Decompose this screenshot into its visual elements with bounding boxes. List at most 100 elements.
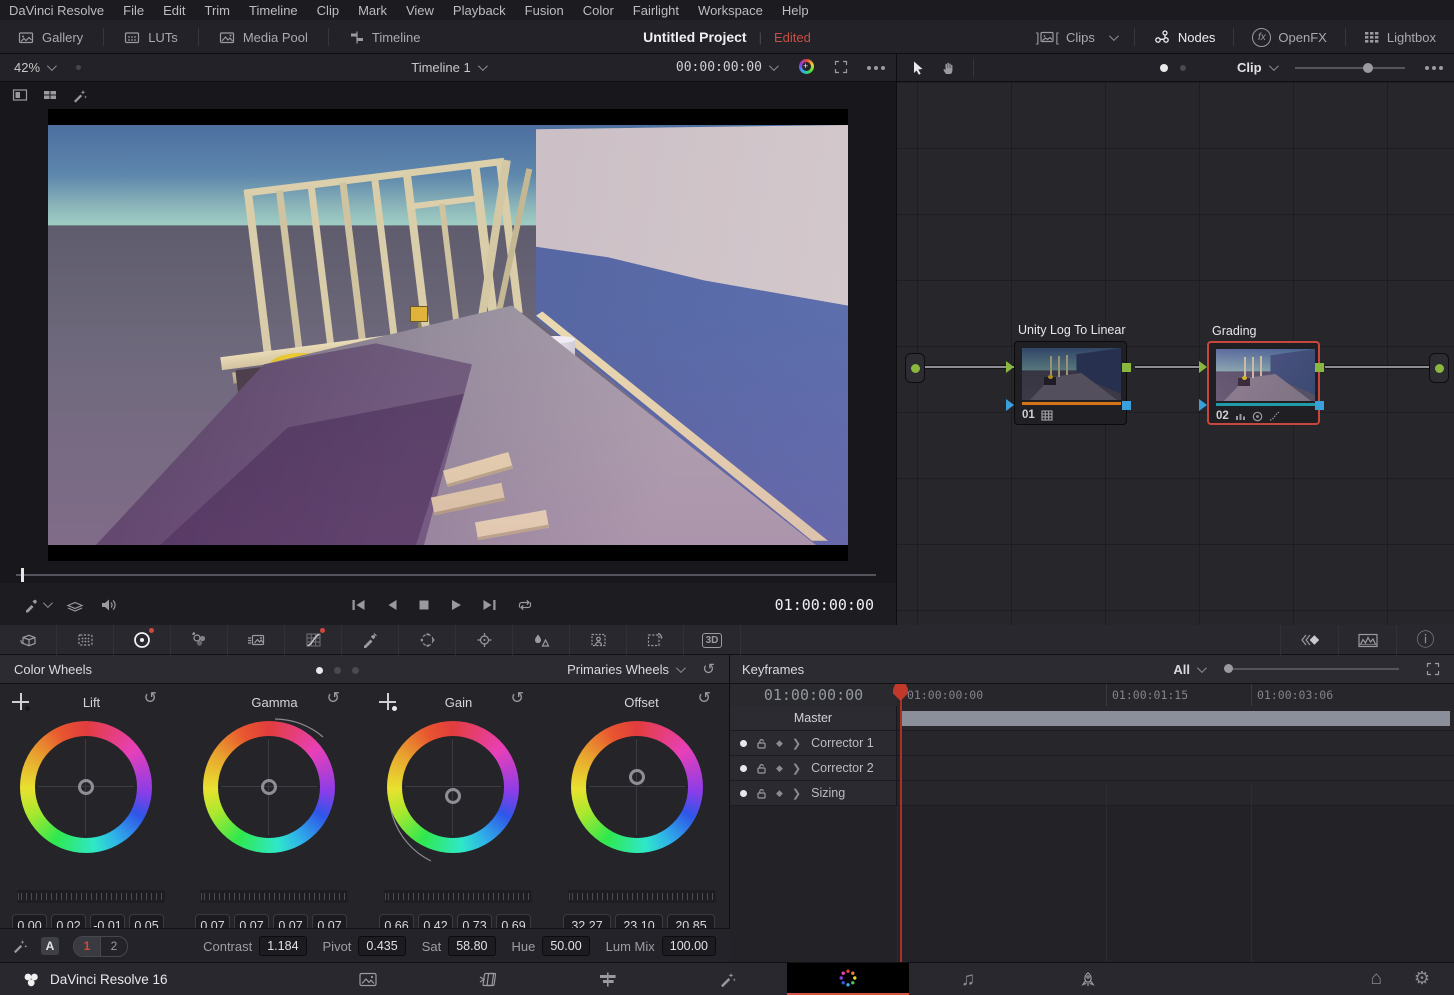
page-cut[interactable]	[427, 963, 549, 995]
stop-button[interactable]	[417, 598, 431, 612]
keyframes-ruler[interactable]: 01:00:00:00 01:00:00:00 01:00:01:15 01:0…	[730, 684, 1454, 707]
wheels-mode-select[interactable]: Primaries Wheels	[567, 662, 683, 677]
gain-reset-icon[interactable]: ↺	[511, 691, 524, 707]
gallery-button[interactable]: Gallery	[6, 20, 95, 54]
keyframe-diamond-icon[interactable]: ◆	[776, 763, 783, 774]
key-tab[interactable]	[570, 625, 627, 655]
menu-clip[interactable]: Clip	[317, 3, 339, 18]
timeline-name[interactable]: Timeline 1	[411, 60, 470, 75]
color-wheels-tab[interactable]	[114, 625, 171, 655]
nodes-button[interactable]: Nodes	[1141, 20, 1228, 54]
source-socket[interactable]	[905, 353, 925, 383]
offset-reset-icon[interactable]: ↺	[698, 691, 711, 707]
gamma-puck[interactable]	[261, 779, 277, 795]
grab-still-icon[interactable]	[24, 597, 50, 613]
audio-mute-icon[interactable]	[100, 597, 119, 613]
node-page-dot-2[interactable]	[1180, 65, 1186, 71]
rgb-mixer-tab[interactable]	[171, 625, 228, 655]
node-02-rgb-input[interactable]	[1199, 361, 1207, 373]
lift-master-dial[interactable]	[17, 890, 165, 903]
node-02[interactable]: Grading 02	[1207, 341, 1320, 425]
gain-puck[interactable]	[445, 788, 461, 804]
node-02-key-output[interactable]	[1315, 401, 1324, 410]
menu-file[interactable]: File	[123, 3, 144, 18]
gain-wheel[interactable]	[387, 721, 519, 853]
page-edit[interactable]	[547, 963, 669, 995]
blur-tab[interactable]	[513, 625, 570, 655]
node-01-key-input[interactable]	[1006, 399, 1014, 411]
track-enable-dot[interactable]	[740, 740, 747, 747]
page-deliver[interactable]	[1027, 963, 1149, 995]
select-tool-icon[interactable]	[911, 60, 925, 76]
lock-icon[interactable]	[756, 788, 767, 799]
reset-all-icon[interactable]: ↺	[702, 660, 715, 678]
menu-view[interactable]: View	[406, 3, 434, 18]
clips-button[interactable]: ][ Clips	[1024, 20, 1128, 54]
keyframes-zoom-slider[interactable]	[1224, 668, 1399, 670]
expand-keyframes-icon[interactable]	[1426, 662, 1440, 676]
menu-edit[interactable]: Edit	[163, 3, 185, 18]
node-mode-select[interactable]: Clip	[1237, 60, 1276, 75]
media-pool-button[interactable]: Media Pool	[207, 20, 320, 54]
window-tab[interactable]	[399, 625, 456, 655]
lift-wheel[interactable]	[20, 721, 152, 853]
page-color[interactable]	[787, 963, 909, 995]
track-enable-dot[interactable]	[740, 765, 747, 772]
sat-value[interactable]: 58.80	[448, 936, 495, 956]
master-track-bar[interactable]	[901, 711, 1450, 726]
lightbox-button[interactable]: Lightbox	[1352, 20, 1448, 54]
gain-master-dial[interactable]	[384, 890, 532, 903]
motion-effects-tab[interactable]	[228, 625, 285, 655]
qualifier-tab[interactable]	[342, 625, 399, 655]
expand-chevron-icon[interactable]: ❯	[792, 762, 801, 775]
menu-playback[interactable]: Playback	[453, 3, 506, 18]
step-back-button[interactable]	[385, 598, 399, 612]
sizing-tab[interactable]	[627, 625, 684, 655]
scrubber-playhead[interactable]	[21, 568, 24, 582]
output-socket[interactable]	[1429, 353, 1449, 383]
node-01-key-output[interactable]	[1122, 401, 1131, 410]
node-options-icon[interactable]	[1432, 66, 1436, 70]
pan-tool-icon[interactable]	[941, 60, 957, 76]
page-media[interactable]	[307, 963, 429, 995]
camera-raw-tab[interactable]	[0, 625, 57, 655]
menu-help[interactable]: Help	[782, 3, 809, 18]
marker-a-badge[interactable]: A	[41, 937, 59, 955]
play-button[interactable]	[449, 598, 463, 612]
node-graph[interactable]: Unity Log To Linear 01	[897, 82, 1454, 626]
lum-mix-value[interactable]: 100.00	[662, 936, 716, 956]
menu-color[interactable]: Color	[583, 3, 614, 18]
viewer-zoom-select[interactable]: 42%	[14, 60, 54, 75]
page-fusion[interactable]	[667, 963, 789, 995]
palette-page-dots[interactable]	[316, 667, 359, 674]
offset-master-dial[interactable]	[568, 890, 716, 903]
track-row-corrector1[interactable]: ◆ ❯ Corrector 1	[730, 731, 1454, 756]
pivot-value[interactable]: 0.435	[358, 936, 405, 956]
grid-view-icon[interactable]	[42, 88, 58, 102]
offset-wheel[interactable]	[571, 721, 703, 853]
lift-reset-icon[interactable]: ↺	[144, 691, 157, 707]
viewer-timecode[interactable]: 00:00:00:00	[676, 60, 776, 75]
wheel-page-2[interactable]: 2	[101, 937, 127, 956]
goto-start-button[interactable]	[350, 598, 367, 612]
keyframes-editor-toggle[interactable]	[1280, 625, 1338, 655]
track-row-master[interactable]: Master	[730, 706, 1454, 731]
split-screen-icon[interactable]	[12, 88, 28, 102]
menu-mark[interactable]: Mark	[358, 3, 387, 18]
expand-chevron-icon[interactable]: ❯	[792, 787, 801, 800]
timeline-button[interactable]: Timeline	[337, 20, 433, 54]
home-icon[interactable]: ⌂	[1371, 969, 1382, 988]
contrast-value[interactable]: 1.184	[259, 936, 306, 956]
enhance-color-icon[interactable]: +	[799, 59, 814, 74]
node-01-rgb-input[interactable]	[1006, 361, 1014, 373]
menu-trim[interactable]: Trim	[205, 3, 231, 18]
loop-button[interactable]	[516, 598, 534, 612]
goto-end-button[interactable]	[481, 598, 498, 612]
page-fairlight[interactable]: ♫	[907, 963, 1029, 995]
auto-wand-icon[interactable]	[12, 938, 29, 954]
node-01[interactable]: Unity Log To Linear 01	[1014, 341, 1127, 425]
luts-button[interactable]: LUTs	[112, 20, 190, 54]
curves-tab[interactable]	[285, 625, 342, 655]
settings-gear-icon[interactable]: ⚙	[1414, 969, 1430, 987]
node-02-key-input[interactable]	[1199, 399, 1207, 411]
